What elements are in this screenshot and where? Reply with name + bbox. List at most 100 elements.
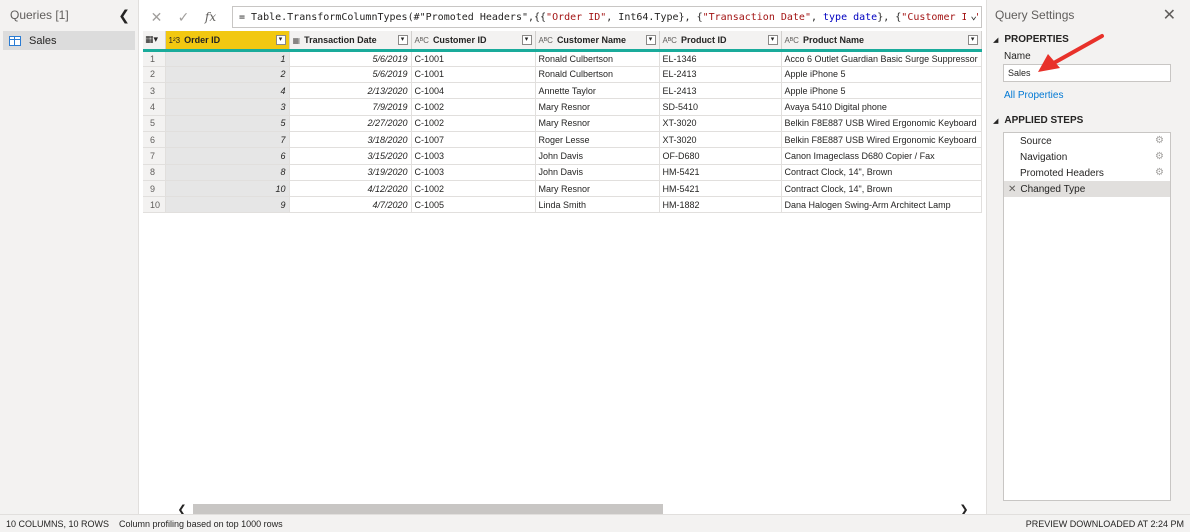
table-cell[interactable]: Canon Imageclass D680 Copier / Fax [781,147,982,165]
query-item-sales[interactable]: Sales [3,31,135,50]
cell-transaction-date[interactable]: 5/6/2019 [289,66,412,84]
column-header-order-id[interactable]: 1²3 Order ID ▾ [165,31,290,52]
cell-order-id[interactable]: 9 [165,196,290,214]
table-cell[interactable]: HM-5421 [659,180,782,198]
all-properties-link[interactable]: All Properties [987,90,1190,101]
table-cell[interactable]: SD-5410 [659,98,782,116]
column-type-icon[interactable]: 1²3 [169,36,181,45]
table-cell[interactable]: Roger Lesse [535,131,660,149]
table-cell[interactable]: John Davis [535,147,660,165]
table-cell[interactable]: EL-1346 [659,50,782,67]
filter-dropdown-icon[interactable]: ▾ [645,35,656,45]
close-icon[interactable]: ✕ [1163,5,1176,25]
cell-transaction-date[interactable]: 2/27/2020 [289,115,412,132]
row-number[interactable]: 1 [143,50,166,67]
collapse-triangle-icon[interactable]: ◢ [993,36,998,44]
chevron-down-icon[interactable]: ⌄ [966,9,977,22]
cell-transaction-date[interactable]: 3/15/2020 [289,147,412,165]
table-cell[interactable]: Linda Smith [535,196,660,214]
table-row[interactable]: 6 7 3/18/2020 C-1007 Roger Lesse XT-3020 Belki… [143,131,982,149]
table-cell[interactable]: XT-3020 [659,115,782,132]
table-cell[interactable]: OF-D680 [659,147,782,165]
table-cell[interactable]: Mary Resnor [535,180,660,198]
table-cell[interactable]: EL-2413 [659,82,782,100]
table-cell[interactable]: C-1002 [411,115,536,132]
column-header-product-id[interactable]: AᴮC Product ID ▾ [659,31,782,52]
table-cell[interactable]: Acco 6 Outlet Guardian Basic Surge Suppr… [781,50,982,67]
filter-dropdown-icon[interactable]: ▾ [275,35,286,45]
table-row[interactable]: 5 5 2/27/2020 C-1002 Mary Resnor XT-3020 Belki… [143,115,982,132]
row-number[interactable]: 7 [143,147,166,165]
applied-steps-section[interactable]: ◢ APPLIED STEPS [987,115,1190,126]
table-cell[interactable]: C-1005 [411,196,536,214]
table-cell[interactable]: C-1001 [411,50,536,67]
row-number[interactable]: 6 [143,131,166,149]
table-cell[interactable]: Apple iPhone 5 [781,66,982,84]
table-menu-icon[interactable]: ▦▾ [143,31,166,52]
filter-dropdown-icon[interactable]: ▾ [767,35,778,45]
table-cell[interactable]: C-1003 [411,164,536,181]
table-cell[interactable]: Avaya 5410 Digital phone [781,98,982,116]
table-cell[interactable]: HM-1882 [659,196,782,214]
column-type-icon[interactable]: AᴮC [415,36,429,45]
table-cell[interactable]: C-1003 [411,147,536,165]
table-row[interactable]: 7 6 3/15/2020 C-1003 John Davis OF-D680 Canon … [143,147,982,165]
row-number[interactable]: 9 [143,180,166,198]
table-cell[interactable]: Contract Clock, 14", Brown [781,180,982,198]
cell-order-id[interactable]: 7 [165,131,290,149]
table-cell[interactable]: C-1004 [411,82,536,100]
chevron-left-icon[interactable]: ❮ [118,7,130,24]
row-number[interactable]: 4 [143,98,166,116]
table-cell[interactable]: Annette Taylor [535,82,660,100]
table-cell[interactable]: EL-2413 [659,66,782,84]
table-cell[interactable]: C-1002 [411,98,536,116]
table-cell[interactable]: Mary Resnor [535,115,660,132]
cell-transaction-date[interactable]: 4/12/2020 [289,180,412,198]
table-row[interactable]: 1 1 5/6/2019 C-1001 Ronald Culbertson EL-1346… [143,50,982,67]
cell-order-id[interactable]: 10 [165,180,290,198]
collapse-triangle-icon[interactable]: ◢ [993,117,998,125]
column-type-icon[interactable]: AᴮC [785,36,799,45]
table-cell[interactable]: Dana Halogen Swing-Arm Architect Lamp [781,196,982,214]
applied-step-promoted-headers[interactable]: Promoted Headers ⚙ [1004,165,1170,181]
cell-transaction-date[interactable]: 3/18/2020 [289,131,412,149]
table-cell[interactable]: Apple iPhone 5 [781,82,982,100]
filter-dropdown-icon[interactable]: ▾ [967,35,978,45]
column-type-icon[interactable]: ▦ [293,36,301,45]
filter-dropdown-icon[interactable]: ▾ [521,35,532,45]
cell-order-id[interactable]: 2 [165,66,290,84]
table-cell[interactable]: C-1001 [411,66,536,84]
applied-step-navigation[interactable]: Navigation ⚙ [1004,149,1170,165]
column-header-customer-id[interactable]: AᴮC Customer ID ▾ [411,31,536,52]
close-icon[interactable]: ✕ [143,6,170,28]
row-number[interactable]: 2 [143,66,166,84]
cell-transaction-date[interactable]: 5/6/2019 [289,50,412,67]
cell-order-id[interactable]: 1 [165,50,290,67]
column-type-icon[interactable]: AᴮC [663,36,677,45]
table-cell[interactable]: C-1007 [411,131,536,149]
table-row[interactable]: 3 4 2/13/2020 C-1004 Annette Taylor EL-2413 Ap… [143,82,982,100]
check-icon[interactable]: ✓ [170,6,197,28]
column-header-transaction-date[interactable]: ▦ Transaction Date ▾ [289,31,412,52]
cell-order-id[interactable]: 5 [165,115,290,132]
applied-step-source[interactable]: Source ⚙ [1004,133,1170,149]
table-cell[interactable]: Mary Resnor [535,98,660,116]
table-row[interactable]: 2 2 5/6/2019 C-1001 Ronald Culbertson EL-2413… [143,66,982,84]
table-row[interactable]: 4 3 7/9/2019 C-1002 Mary Resnor SD-5410 Avaya … [143,98,982,116]
delete-step-icon[interactable]: ✕ [1008,184,1016,195]
scroll-thumb[interactable] [193,504,663,514]
table-cell[interactable]: XT-3020 [659,131,782,149]
cell-transaction-date[interactable]: 4/7/2020 [289,196,412,214]
cell-order-id[interactable]: 6 [165,147,290,165]
cell-transaction-date[interactable]: 2/13/2020 [289,82,412,100]
status-profiling[interactable]: Column profiling based on top 1000 rows [119,519,283,529]
cell-transaction-date[interactable]: 7/9/2019 [289,98,412,116]
row-number[interactable]: 8 [143,164,166,181]
column-header-customer-name[interactable]: AᴮC Customer Name ▾ [535,31,660,52]
table-cell[interactable]: Belkin F8E887 USB Wired Ergonomic Keyboa… [781,115,982,132]
gear-icon[interactable]: ⚙ [1155,135,1164,146]
row-number[interactable]: 3 [143,82,166,100]
table-cell[interactable]: Contract Clock, 14", Brown [781,164,982,181]
column-type-icon[interactable]: AᴮC [539,36,553,45]
cell-transaction-date[interactable]: 3/19/2020 [289,164,412,181]
